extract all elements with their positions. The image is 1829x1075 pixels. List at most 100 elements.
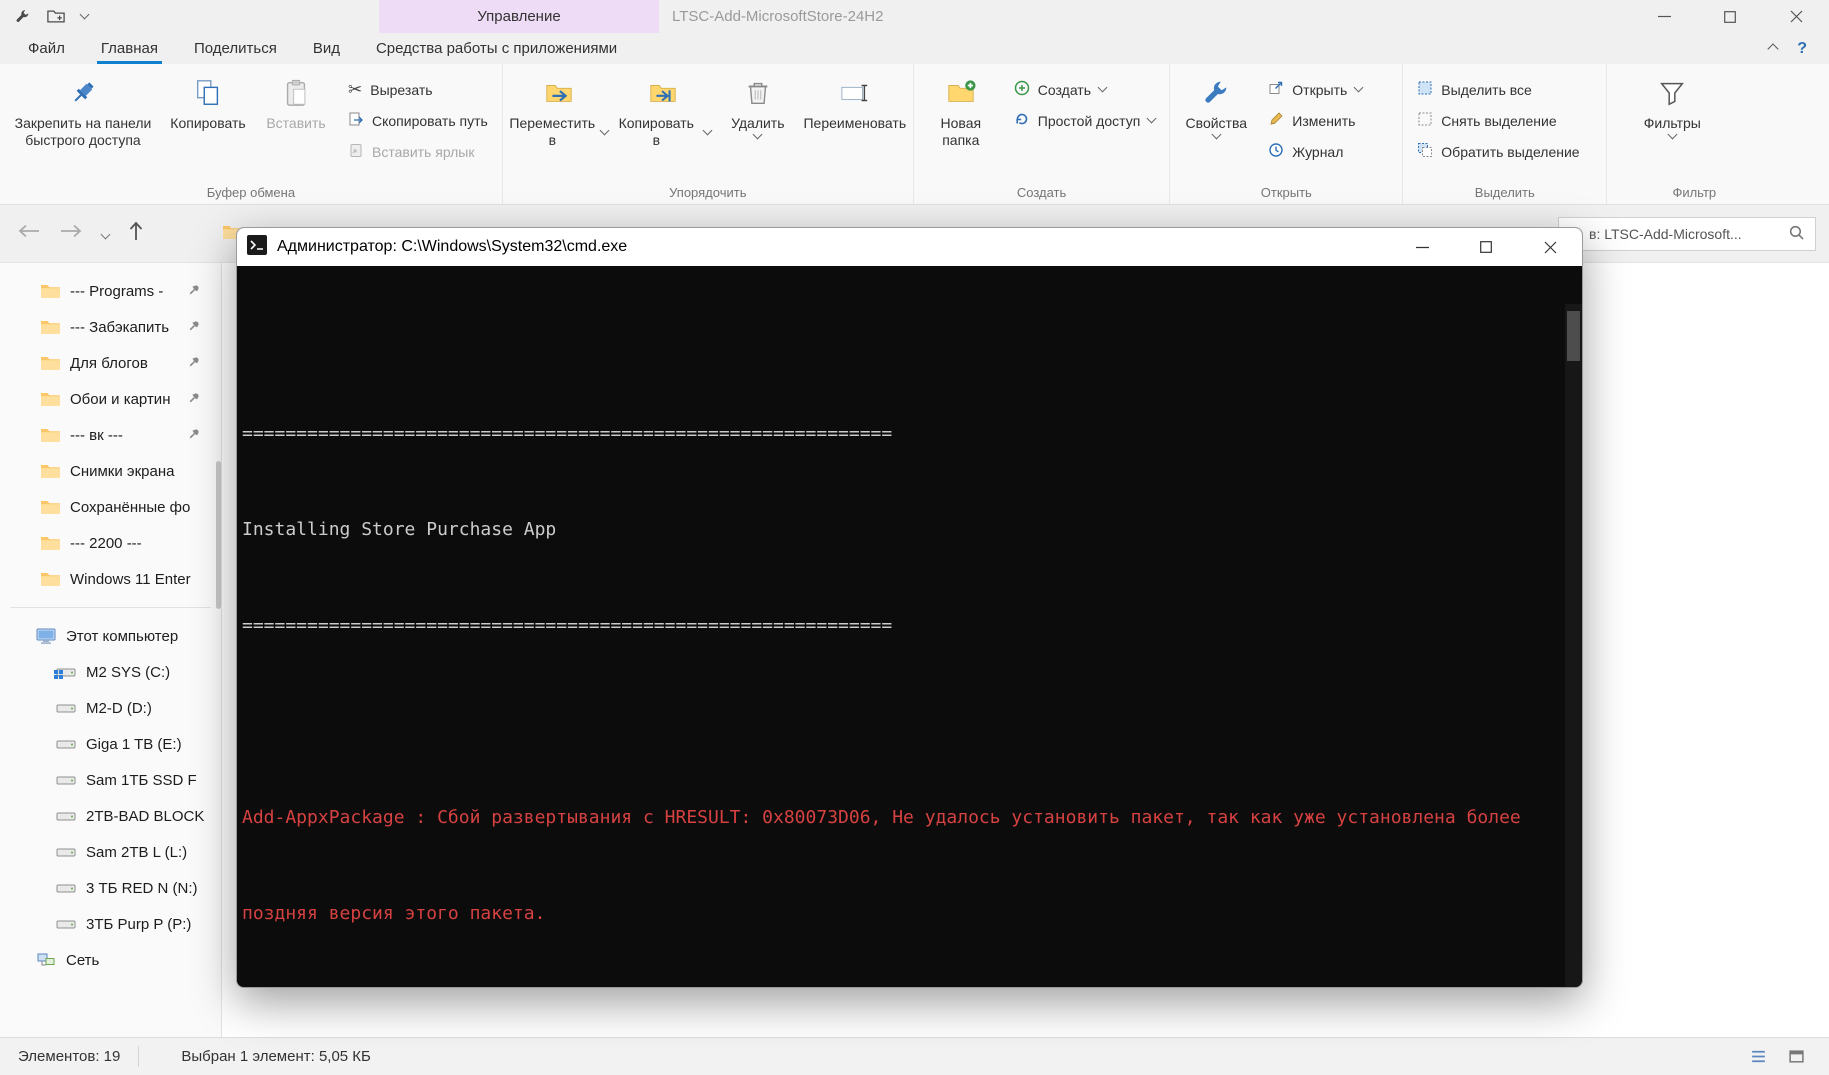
sidebar-item-folder[interactable]: --- Programs - [0, 273, 221, 309]
copy-to-button[interactable]: Копировать в [611, 69, 715, 149]
menu-tab[interactable]: Поделиться [176, 33, 295, 64]
sidebar-item-folder[interactable]: --- 2200 --- [0, 525, 221, 561]
sidebar-item-drive[interactable]: 3ТБ Purp P (P:) [0, 906, 221, 942]
sidebar-item-drive[interactable]: Sam 2TB L (L:) [0, 834, 221, 870]
filter-group-label: Фильтр [1672, 185, 1717, 200]
properties-button[interactable]: Свойства [1174, 69, 1258, 140]
filters-button[interactable]: Фильтры [1629, 69, 1715, 140]
thumbnails-view-button[interactable] [1777, 1038, 1815, 1075]
windows-logo-icon [54, 666, 63, 683]
search-box[interactable]: в: LTSC-Add-Microsoft... [1558, 217, 1816, 251]
copy-path-label: Скопировать путь [372, 112, 488, 129]
cmd-title-bar[interactable]: Администратор: C:\Windows\System32\cmd.e… [237, 228, 1582, 266]
close-button[interactable] [1763, 0, 1829, 33]
select-all-button[interactable]: Выделить все [1407, 74, 1589, 105]
edit-button[interactable]: Изменить [1258, 105, 1372, 136]
sidebar-item-folder[interactable]: Снимки экрана [0, 453, 221, 489]
console-scrollbar-thumb[interactable] [1567, 311, 1580, 361]
select-none-button[interactable]: Снять выделение [1407, 105, 1589, 136]
paste-shortcut-label: Вставить ярлык [372, 143, 475, 160]
sidebar-item-this-pc[interactable]: Этот компьютер [0, 618, 221, 654]
history-icon [1268, 142, 1284, 161]
sidebar-item-label: M2 SYS (C:) [86, 663, 171, 681]
title-bar: Управление LTSC-Add-MicrosoftStore-24H2 [0, 0, 1829, 33]
new-folder-icon [945, 74, 977, 112]
sidebar-item-drive[interactable]: 2TB-BAD BLOCK [0, 798, 221, 834]
console-scrollbar[interactable] [1565, 304, 1582, 987]
folder-icon [40, 355, 60, 371]
sidebar-item-network[interactable]: Сеть [0, 942, 221, 978]
new-folder-button[interactable]: Новая папка [918, 69, 1004, 149]
chevron-down-icon [1146, 113, 1157, 124]
sidebar-item-label: 3 ТБ RED N (N:) [86, 879, 198, 897]
copy-path-button[interactable]: Скопировать путь [338, 105, 498, 136]
cmd-window[interactable]: Администратор: C:\Windows\System32\cmd.e… [236, 227, 1583, 988]
chevron-down-icon [1353, 82, 1364, 93]
ribbon: Закрепить на панели быстрого доступа Коп… [0, 64, 1829, 205]
sidebar-scrollbar-thumb[interactable] [216, 461, 221, 609]
qat-properties-icon[interactable] [14, 8, 31, 25]
sidebar-item-folder[interactable]: Обои и картин [0, 381, 221, 417]
drive-icon [56, 772, 76, 788]
select-group-label: Выделить [1474, 185, 1535, 200]
console-line: ========================================… [242, 423, 893, 444]
recent-locations-chevron-icon[interactable] [100, 225, 111, 243]
select-none-label: Снять выделение [1441, 112, 1557, 129]
console-viewport[interactable]: ========================================… [237, 266, 1582, 987]
filter-icon [1657, 74, 1687, 112]
cmd-minimize-button[interactable] [1390, 228, 1454, 266]
pinned-folder-list: --- Programs - --- Забэкапить Для блогов… [0, 273, 221, 597]
open-button[interactable]: Открыть [1258, 74, 1372, 105]
sidebar-item-folder[interactable]: Сохранённые фо [0, 489, 221, 525]
menu-tab[interactable]: Главная [83, 33, 176, 64]
paste-button[interactable]: Вставить [254, 69, 338, 132]
qat-chevron-down-icon[interactable] [79, 9, 90, 20]
sidebar-item-folder[interactable]: Для блогов [0, 345, 221, 381]
new-item-button[interactable]: Создать [1004, 74, 1166, 105]
forward-button[interactable] [60, 224, 82, 243]
invert-selection-button[interactable]: Обратить выделение [1407, 136, 1589, 167]
qat-new-folder-icon[interactable] [47, 9, 65, 24]
cmd-maximize-button[interactable] [1454, 228, 1518, 266]
delete-button[interactable]: Удалить [715, 69, 801, 140]
help-icon[interactable]: ? [1797, 40, 1807, 58]
context-tab-manage[interactable]: Управление [379, 0, 659, 33]
up-button[interactable] [129, 221, 143, 246]
details-view-button[interactable] [1739, 1038, 1777, 1075]
minimize-button[interactable] [1631, 0, 1697, 33]
menu-tab[interactable]: Вид [295, 33, 358, 64]
maximize-button[interactable] [1697, 0, 1763, 33]
cut-button[interactable]: ✂ Вырезать [338, 74, 498, 105]
sidebar-item-drive[interactable]: M2-D (D:) [0, 690, 221, 726]
sidebar-item-folder[interactable]: --- Забэкапить [0, 309, 221, 345]
cmd-icon [247, 234, 267, 260]
chevron-down-icon [599, 125, 610, 135]
menu-tabs: Файл Главная Поделиться Вид Средства раб… [0, 33, 635, 64]
sidebar-item-drive[interactable]: M2 SYS (C:) [0, 654, 221, 690]
menu-tab[interactable]: Файл [10, 33, 83, 64]
console-line: Add-AppxPackage : Сбой развертывания с H… [242, 807, 1521, 828]
sidebar-item-drive[interactable]: Giga 1 TB (E:) [0, 726, 221, 762]
copy-button[interactable]: Копировать [162, 69, 254, 132]
collapse-ribbon-icon[interactable] [1767, 40, 1779, 58]
sidebar-item-drive[interactable]: Sam 1ТБ SSD F [0, 762, 221, 798]
menu-tab[interactable]: Средства работы с приложениями [358, 33, 635, 64]
new-group-label: Создать [1016, 185, 1067, 200]
easy-access-button[interactable]: Простой доступ [1004, 105, 1166, 136]
edit-label: Изменить [1292, 112, 1356, 129]
pin-to-quick-access-button[interactable]: Закрепить на панели быстрого доступа [4, 69, 162, 149]
paste-shortcut-button[interactable]: Вставить ярлык [338, 136, 498, 167]
sidebar-item-label: Sam 2TB L (L:) [86, 843, 188, 861]
search-icon[interactable] [1788, 224, 1805, 244]
sidebar-item-drive[interactable]: 3 ТБ RED N (N:) [0, 870, 221, 906]
search-input[interactable]: в: LTSC-Add-Microsoft... [1589, 226, 1788, 242]
cmd-close-button[interactable] [1518, 228, 1582, 266]
rename-button[interactable]: Переименовать [801, 69, 909, 132]
sidebar-item-folder[interactable]: --- вк --- [0, 417, 221, 453]
history-button[interactable]: Журнал [1258, 136, 1372, 167]
tabrow-right-controls: ? [1767, 33, 1829, 64]
move-to-button[interactable]: Переместить в [507, 69, 611, 149]
folder-icon [40, 283, 60, 299]
back-button[interactable] [18, 224, 40, 243]
sidebar-item-folder[interactable]: Windows 11 Enter [0, 561, 221, 597]
